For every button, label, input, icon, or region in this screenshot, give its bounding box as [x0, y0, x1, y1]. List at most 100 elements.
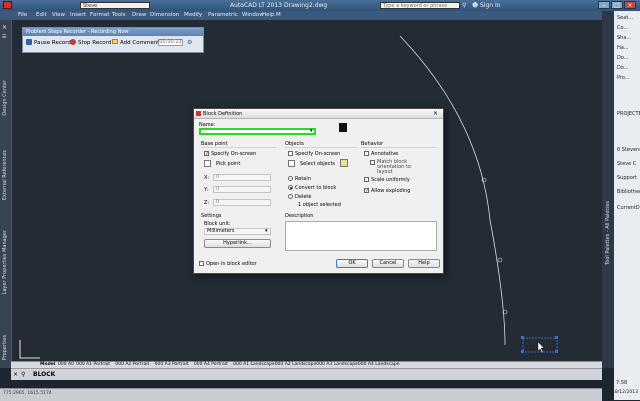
- command-text: BLOCK: [33, 371, 56, 378]
- right-panel-item[interactable]: Seat...: [617, 15, 633, 21]
- scale-uniformly-checkbox[interactable]: [364, 177, 369, 182]
- allow-exploding-label: Allow exploding: [371, 188, 411, 194]
- layout-tab[interactable]: 000 A1 Portrait: [76, 362, 110, 367]
- match-orientation-label: Match block orientation to layout: [377, 159, 411, 175]
- grip-handle: [555, 336, 558, 339]
- layout-tab[interactable]: 000 A4 Landscape: [358, 362, 400, 367]
- layout-tab[interactable]: 000 A3 Landscape: [316, 362, 358, 367]
- x-label: X:: [204, 175, 210, 181]
- hyperlink-button[interactable]: Hyperlink...: [204, 239, 271, 248]
- comment-icon[interactable]: [112, 39, 118, 44]
- layout-tab[interactable]: 000 A4 Portrait: [194, 362, 228, 367]
- base-specify-onscreen-checkbox[interactable]: ✓: [204, 151, 209, 157]
- help-icon[interactable]: ⚙: [187, 39, 192, 46]
- name-combobox[interactable]: [199, 128, 316, 135]
- layout-tab[interactable]: Model: [40, 362, 55, 367]
- cancel-button[interactable]: Cancel: [372, 259, 404, 268]
- design-center-tab[interactable]: Design Center: [2, 80, 8, 116]
- layout-tab[interactable]: 000 A0: [58, 362, 74, 367]
- add-comment-button[interactable]: Add Comment: [120, 40, 159, 46]
- right-panel-item[interactable]: Support: [617, 175, 637, 181]
- dialog-title: Block Definition: [203, 111, 243, 117]
- objects-specify-onscreen-label: Specify On-screen: [295, 151, 341, 157]
- objects-specify-onscreen-checkbox[interactable]: [288, 151, 293, 156]
- block-definition-dialog: Block Definition × Name: ▾ Base point ✓ …: [193, 108, 444, 274]
- description-label: Description: [285, 213, 314, 219]
- open-in-editor-checkbox[interactable]: [199, 261, 204, 266]
- z-input[interactable]: 0: [213, 199, 271, 206]
- block-preview-icon: [339, 123, 347, 132]
- right-panel-item[interactable]: Do...: [617, 65, 629, 71]
- clock-date: 18/12/2013: [612, 390, 638, 395]
- command-close-icon[interactable]: ×: [13, 371, 18, 378]
- behavior-separator: [361, 147, 437, 148]
- palette-menu-icon[interactable]: ☰: [2, 34, 6, 40]
- arc-vertex: [497, 257, 503, 263]
- right-panel-item[interactable]: Sha...: [617, 35, 631, 41]
- select-objects-icon[interactable]: [288, 160, 295, 167]
- delete-label: Delete: [295, 194, 312, 200]
- close-palette-icon[interactable]: ×: [2, 24, 7, 31]
- ucs-icon: [19, 340, 40, 359]
- open-in-editor-label: Open in block editor: [206, 261, 257, 267]
- dialog-app-icon: [196, 111, 201, 116]
- properties-tab[interactable]: Properties: [2, 335, 8, 360]
- y-input[interactable]: 0: [213, 186, 271, 193]
- y-label: Y:: [204, 187, 209, 193]
- retain-radio[interactable]: [288, 176, 293, 181]
- help-button[interactable]: Help: [408, 259, 440, 268]
- x-input[interactable]: 0: [213, 174, 271, 181]
- steps-recorder-window: Problem Steps Recorder - Recording Now P…: [22, 27, 204, 53]
- allow-exploding-checkbox[interactable]: ✓: [364, 188, 369, 194]
- grip-handle: [521, 336, 524, 339]
- right-panel-item[interactable]: Bibliotheek: [617, 189, 640, 195]
- annotative-label: Annotative: [371, 151, 399, 157]
- settings-group-label: Settings: [201, 213, 222, 219]
- layout-tab[interactable]: 000 A1 Landscape: [233, 362, 275, 367]
- pause-icon[interactable]: [26, 39, 32, 45]
- quick-select-icon[interactable]: [340, 159, 348, 167]
- description-textarea[interactable]: [285, 221, 437, 251]
- arc-vertex: [481, 177, 487, 183]
- mouse-cursor-icon: [537, 341, 545, 354]
- right-panel-item[interactable]: Steve C: [617, 161, 636, 167]
- objects-separator: [285, 147, 358, 148]
- delete-radio[interactable]: [288, 194, 293, 199]
- layout-tab[interactable]: 000 A2 Portrait: [115, 362, 149, 367]
- command-line[interactable]: × ⚲ BLOCK: [11, 368, 602, 380]
- convert-to-block-radio[interactable]: [288, 185, 293, 190]
- select-objects-button[interactable]: Select objects: [300, 161, 335, 167]
- ok-button[interactable]: OK: [336, 259, 368, 268]
- right-panel-item[interactable]: Co...: [617, 25, 628, 31]
- pick-point-button[interactable]: Pick point: [216, 161, 240, 167]
- right-panel-item[interactable]: CurrentDraw: [617, 205, 640, 211]
- external-references-tab[interactable]: External References: [2, 150, 8, 200]
- block-unit-select[interactable]: Millimeters: [204, 228, 271, 235]
- layer-properties-tab[interactable]: Layer Properties Manager: [2, 230, 8, 294]
- tool-palettes-tab[interactable]: Tool Palettes - All Palettes: [605, 201, 611, 265]
- stop-icon[interactable]: [70, 39, 76, 45]
- clock-time: 7:58: [616, 380, 628, 386]
- dialog-close-icon[interactable]: ×: [433, 110, 438, 117]
- base-specify-onscreen-label: Specify On-screen: [211, 151, 257, 157]
- match-orientation-checkbox[interactable]: [370, 160, 375, 165]
- pause-record-button[interactable]: Pause Record: [34, 40, 71, 46]
- annotative-checkbox[interactable]: [364, 151, 369, 156]
- grip-handle: [555, 350, 558, 353]
- layout-tab[interactable]: 000 A3 Portrait: [155, 362, 189, 367]
- command-search-icon[interactable]: ⚲: [21, 371, 25, 378]
- pick-point-icon[interactable]: [204, 160, 211, 167]
- stop-record-button[interactable]: Stop Record: [78, 40, 111, 46]
- convert-to-block-label: Convert to block: [295, 185, 337, 191]
- unit-chevron-down-icon[interactable]: ▾: [265, 228, 268, 234]
- right-panel-item[interactable]: Ha...: [617, 45, 629, 51]
- right-panel-item[interactable]: PROJECTEN: [617, 111, 640, 117]
- left-palette-strip: × ☰ Design Center External References La…: [0, 20, 12, 368]
- tool-palette-strip: Tool Palettes - All Palettes: [602, 11, 614, 368]
- steps-recorder-title-text: Problem Steps Recorder - Recording Now: [26, 29, 129, 35]
- right-panel-item[interactable]: 0 Stevens: [617, 147, 640, 153]
- right-panel-item[interactable]: Do...: [617, 55, 629, 61]
- layout-tab[interactable]: 000 A2 Landscape: [275, 362, 317, 367]
- chevron-down-icon[interactable]: ▾: [310, 128, 313, 134]
- right-panel-item[interactable]: Pro...: [617, 75, 630, 81]
